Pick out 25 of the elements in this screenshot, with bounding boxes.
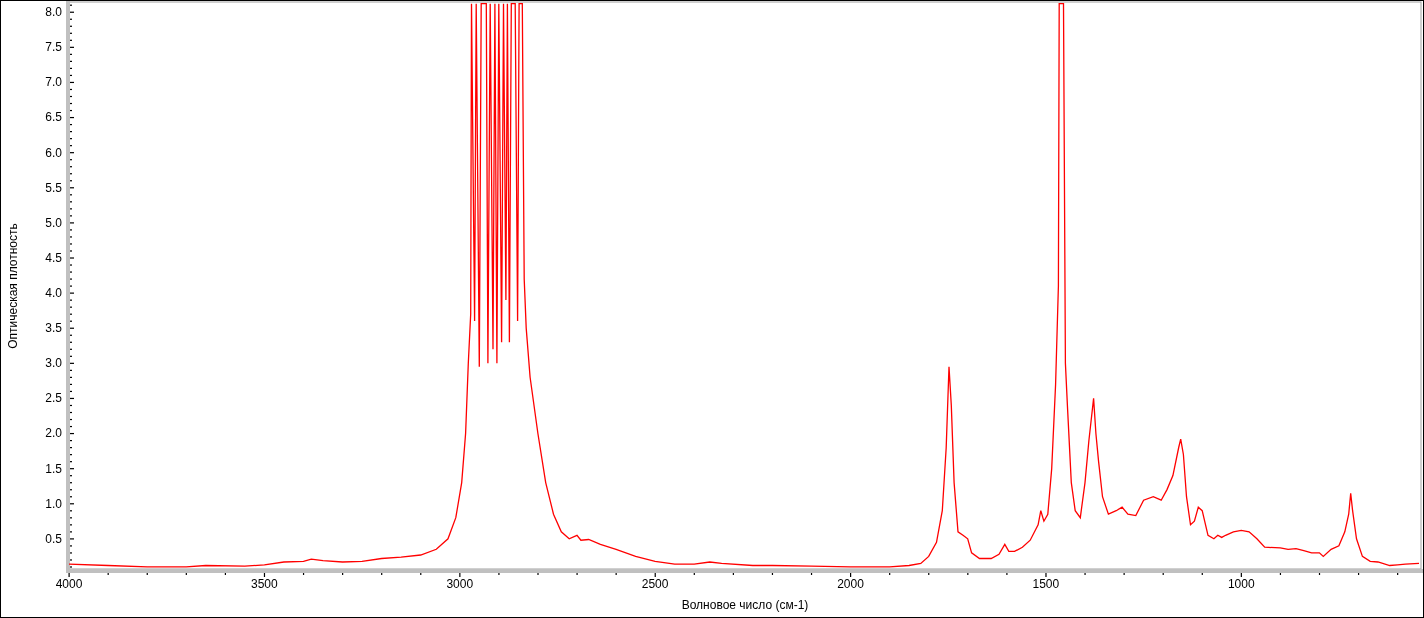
tick-label: 7.5 [45, 40, 62, 55]
tick-label: 8.0 [45, 5, 62, 20]
tick-label: 4.5 [45, 250, 62, 265]
tick-label: 2000 [837, 577, 864, 591]
tick-label: 4.0 [45, 286, 62, 300]
tick-label: 1.0 [45, 496, 62, 511]
tick-label: 2500 [641, 577, 669, 591]
axis-title: Оптическая плотность [6, 223, 20, 349]
tick-label: 6.5 [45, 110, 62, 125]
tick-label: 6.0 [45, 145, 62, 160]
tick-label: 1000 [1227, 577, 1255, 591]
tick-label: 5.5 [45, 180, 62, 195]
tick-label: 4000 [55, 577, 83, 591]
tick-label: 5.0 [45, 215, 62, 230]
tick-label: 1.5 [45, 461, 62, 476]
tick-label: 1500 [1032, 577, 1060, 591]
axis-title: Волновое число (см-1) [681, 598, 809, 612]
tick-label: 3.5 [45, 321, 62, 336]
tick-label: 3.0 [45, 356, 62, 371]
tick-label: 3500 [251, 577, 278, 591]
tick-label: 3000 [446, 577, 474, 591]
tick-label: 2.0 [45, 426, 62, 441]
tick-label: 2.5 [45, 391, 62, 406]
tick-label: 0.5 [45, 531, 62, 546]
tick-label: 7.0 [45, 75, 62, 90]
